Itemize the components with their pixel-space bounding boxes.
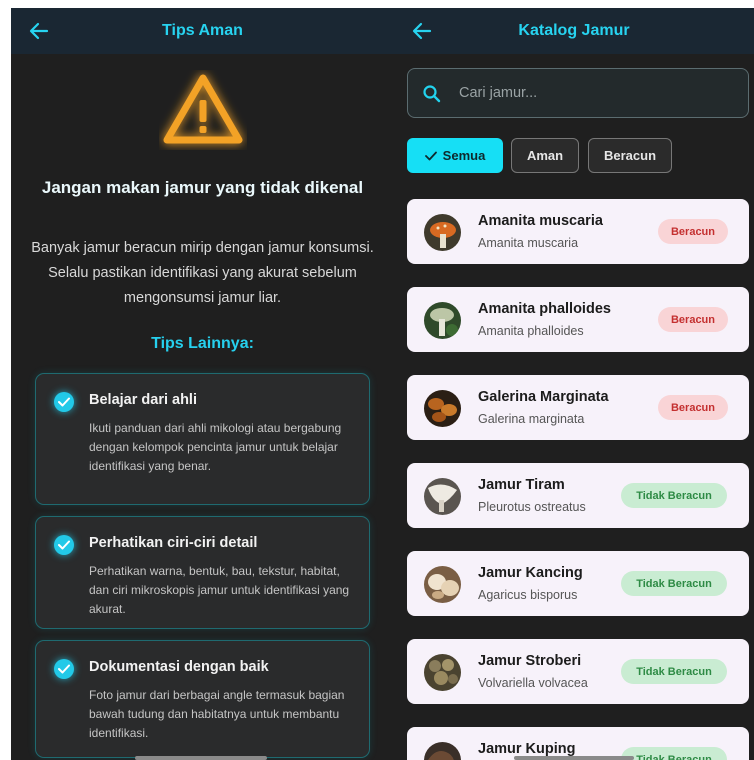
status-badge: Beracun: [658, 307, 728, 332]
filter-chip-beracun[interactable]: Beracun: [588, 138, 672, 173]
mushroom-thumbnail: [424, 654, 461, 691]
status-badge: Tidak Beracun: [621, 571, 727, 596]
mushroom-card[interactable]: Amanita muscaria Amanita muscaria Beracu…: [407, 199, 749, 264]
mushroom-card[interactable]: Galerina Marginata Galerina marginata Be…: [407, 375, 749, 440]
mushroom-latin-name: Amanita muscaria: [478, 236, 579, 250]
filter-label: Aman: [526, 148, 564, 163]
mushroom-thumbnail: [424, 302, 461, 339]
mushroom-thumbnail: [424, 566, 461, 603]
mushroom-name: Amanita muscaria: [478, 213, 603, 229]
tip-title: Dokumentasi dengan baik: [89, 659, 269, 675]
mushroom-thumbnail: [424, 742, 461, 760]
mushroom-latin-name: Pleurotus ostreatus: [478, 500, 586, 514]
mushroom-name: Amanita phalloides: [478, 301, 611, 317]
tip-title: Perhatikan ciri-ciri detail: [89, 535, 258, 551]
tip-card: Dokumentasi dengan baik Foto jamur dari …: [35, 640, 370, 758]
search-input[interactable]: Cari jamur...: [407, 68, 749, 118]
tip-title: Belajar dari ahli: [89, 392, 197, 408]
check-circle-icon: [54, 535, 74, 555]
catalog-screen: Katalog Jamur Cari jamur... Semua Aman B…: [394, 8, 754, 760]
filter-chip-semua[interactable]: Semua: [407, 138, 503, 173]
mushroom-name: Galerina Marginata: [478, 389, 609, 405]
check-icon: [424, 151, 437, 160]
mushroom-latin-name: Amanita phalloides: [478, 324, 584, 338]
tip-card: Belajar dari ahli Ikuti panduan dari ahl…: [35, 373, 370, 505]
filter-chip-aman[interactable]: Aman: [511, 138, 579, 173]
warning-title: Jangan makan jamur yang tidak dikenal: [41, 178, 364, 197]
status-badge: Tidak Beracun: [621, 483, 727, 508]
warning-triangle-icon: [159, 70, 247, 150]
status-badge: Tidak Beracun: [621, 659, 727, 684]
page-title: Katalog Jamur: [518, 22, 630, 39]
mushroom-card[interactable]: Jamur Tiram Pleurotus ostreatus Tidak Be…: [407, 463, 749, 528]
tip-text: Ikuti panduan dari ahli mikologi atau be…: [89, 421, 342, 473]
mushroom-latin-name: Agaricus bisporus: [478, 588, 578, 602]
status-badge: Tidak Beracun: [621, 747, 727, 760]
warning-description: Banyak jamur beracun mirip dengan jamur …: [31, 240, 374, 306]
status-badge: Beracun: [658, 395, 728, 420]
mushroom-name: Jamur Kancing: [478, 565, 583, 581]
check-circle-icon: [54, 392, 74, 412]
mushroom-name: Jamur Tiram: [478, 477, 565, 493]
tip-text: Foto jamur dari berbagai angle termasuk …: [89, 688, 345, 740]
tips-heading: Tips Lainnya:: [151, 335, 254, 352]
back-arrow-icon[interactable]: [410, 19, 434, 43]
mushroom-latin-name: Galerina marginata: [478, 412, 585, 426]
filter-label: Semua: [442, 148, 486, 163]
catalog-app-bar: Katalog Jamur: [394, 8, 754, 54]
mushroom-thumbnail: [424, 214, 461, 251]
mushroom-name: Jamur Kuping: [478, 741, 576, 757]
home-indicator[interactable]: [135, 756, 267, 760]
mushroom-thumbnail: [424, 390, 461, 427]
status-badge: Beracun: [658, 219, 728, 244]
mushroom-card[interactable]: Amanita phalloides Amanita phalloides Be…: [407, 287, 749, 352]
home-indicator[interactable]: [514, 756, 634, 760]
page-title: Tips Aman: [162, 22, 243, 39]
tip-card: Perhatikan ciri-ciri detail Perhatikan w…: [35, 516, 370, 629]
check-circle-icon: [54, 659, 74, 679]
tips-app-bar: Tips Aman: [11, 8, 394, 54]
mushroom-name: Jamur Stroberi: [478, 653, 582, 669]
mushroom-thumbnail: [424, 478, 461, 515]
back-arrow-icon[interactable]: [27, 19, 51, 43]
search-icon: [423, 85, 441, 103]
tip-text: Perhatikan warna, bentuk, bau, tekstur, …: [89, 564, 350, 616]
mushroom-latin-name: Volvariella volvacea: [478, 676, 588, 690]
tips-screen: Tips Aman Jangan makan jamur yang tidak …: [11, 8, 394, 760]
mushroom-card[interactable]: Jamur Kancing Agaricus bisporus Tidak Be…: [407, 551, 749, 616]
filter-label: Beracun: [603, 148, 657, 163]
search-placeholder: Cari jamur...: [459, 85, 538, 101]
mushroom-card[interactable]: Jamur Stroberi Volvariella volvacea Tida…: [407, 639, 749, 704]
